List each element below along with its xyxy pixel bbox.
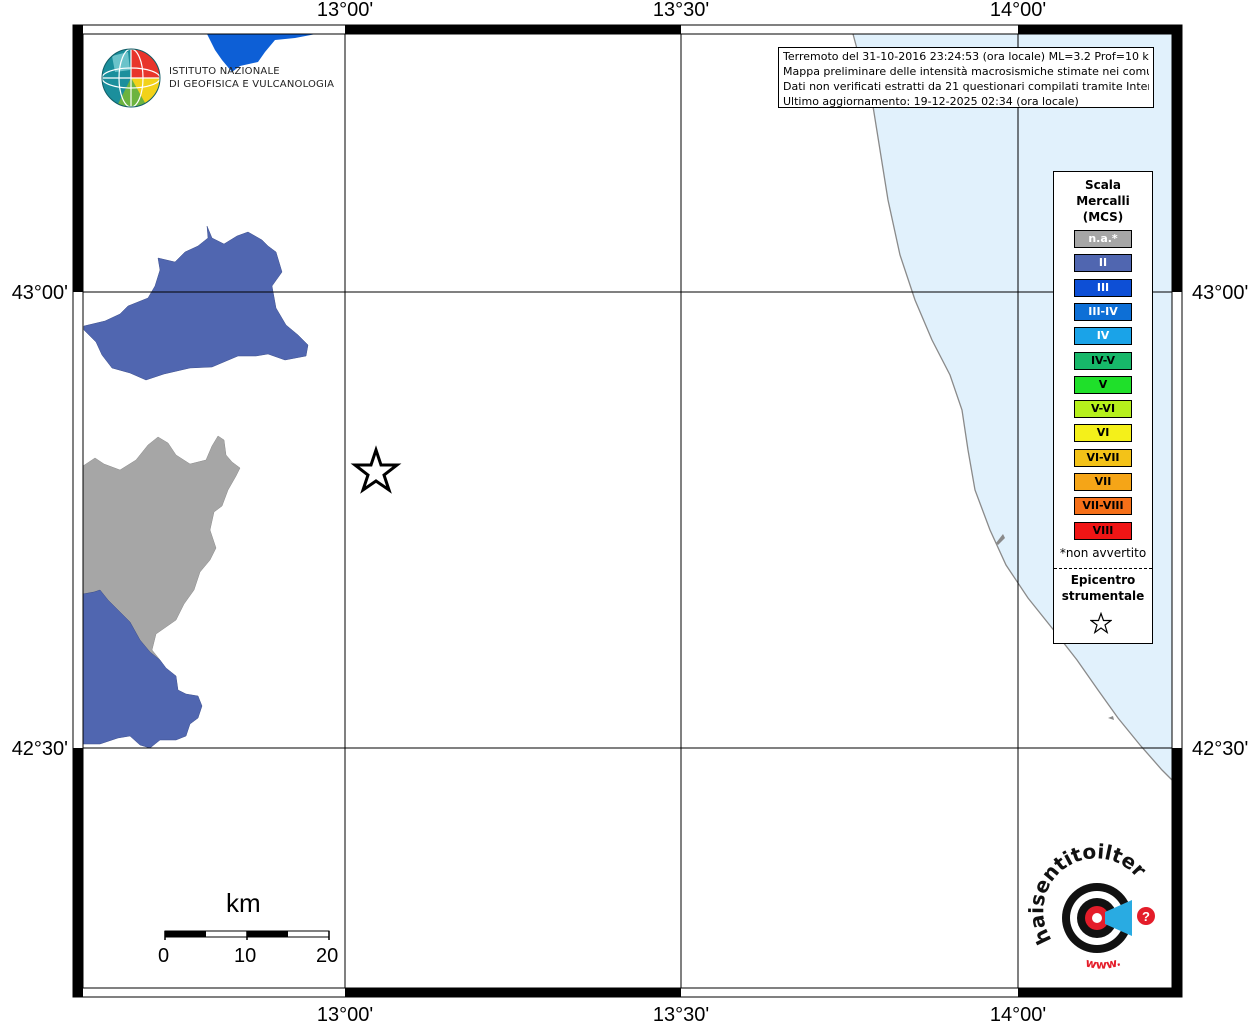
scale-tick-label: 10 (234, 945, 257, 967)
event-info-line: Ultimo aggiornamento: 19-12-2025 02:34 (… (783, 95, 1079, 108)
ingv-logo-text: ISTITUTO NAZIONALE DI GEOFISICA E VULCAN… (169, 65, 334, 91)
legend-swatch: VII-VIII (1074, 497, 1132, 516)
longitude-label: 13°30' (653, 1004, 709, 1024)
legend-separator (1054, 568, 1152, 569)
legend-title-line: Mercalli (1076, 194, 1130, 208)
epicenter-legend-label: Epicentro strumentale (1054, 572, 1152, 604)
scale-tick-label: 20 (316, 945, 339, 967)
legend-swatch: II (1074, 254, 1132, 273)
legend-swatch: IV (1074, 327, 1132, 346)
legend-swatch: n.a.* (1074, 230, 1132, 248)
legend-swatch: III-IV (1074, 302, 1132, 321)
latitude-label: 42°30' (12, 738, 68, 760)
legend-swatch: VI-VII (1074, 448, 1132, 467)
latitude-label: 43°00' (12, 282, 68, 304)
star-icon (1090, 612, 1112, 634)
intensity-legend: Scala Mercalli (MCS) n.a.* II III III-IV IV I… (1053, 171, 1153, 644)
epicenter-label-line: strumentale (1061, 589, 1145, 603)
logo-line: DI GEOFISICA E VULCANOLOGIA (169, 79, 335, 90)
legend-swatch: VI (1074, 424, 1132, 443)
longitude-label: 14°00' (990, 1004, 1046, 1024)
legend-title-line: (MCS) (1082, 210, 1124, 224)
legend-swatch: III (1074, 278, 1132, 297)
legend-swatch: V (1074, 375, 1132, 394)
event-info-line: Mappa preliminare delle intensità macros… (783, 65, 1149, 78)
globe-icon (101, 48, 161, 108)
event-info-line: Dati non verificati estratti da 21 quest… (783, 80, 1149, 93)
legend-note: *non avvertito (1059, 546, 1147, 560)
event-info-box: Terremoto del 31-10-2016 23:24:53 (ora l… (778, 47, 1154, 108)
legend-swatch: V-VI (1074, 400, 1132, 419)
longitude-label: 13°00' (317, 1004, 373, 1024)
longitude-label: 13°30' (653, 0, 709, 21)
epicenter-label-line: Epicentro (1070, 573, 1136, 587)
logo-line: ISTITUTO NAZIONALE (169, 66, 280, 77)
legend-swatch: VII (1074, 473, 1132, 491)
event-info-line: Terremoto del 31-10-2016 23:24:53 (ora l… (783, 50, 1149, 63)
legend-swatch: VIII (1074, 521, 1132, 540)
legend-title: Scala Mercalli (MCS) (1054, 177, 1152, 225)
help-icon: ? (1142, 909, 1150, 924)
latitude-label: 43°00' (1192, 282, 1248, 304)
latitude-label: 42°30' (1192, 738, 1248, 760)
longitude-label: 14°00' (990, 0, 1046, 21)
longitude-label: 13°00' (317, 0, 373, 21)
legend-swatch: IV-V (1074, 351, 1132, 370)
scale-tick-label: 0 (158, 945, 170, 967)
scale-unit: km (226, 888, 261, 918)
legend-title-line: Scala (1084, 178, 1122, 192)
